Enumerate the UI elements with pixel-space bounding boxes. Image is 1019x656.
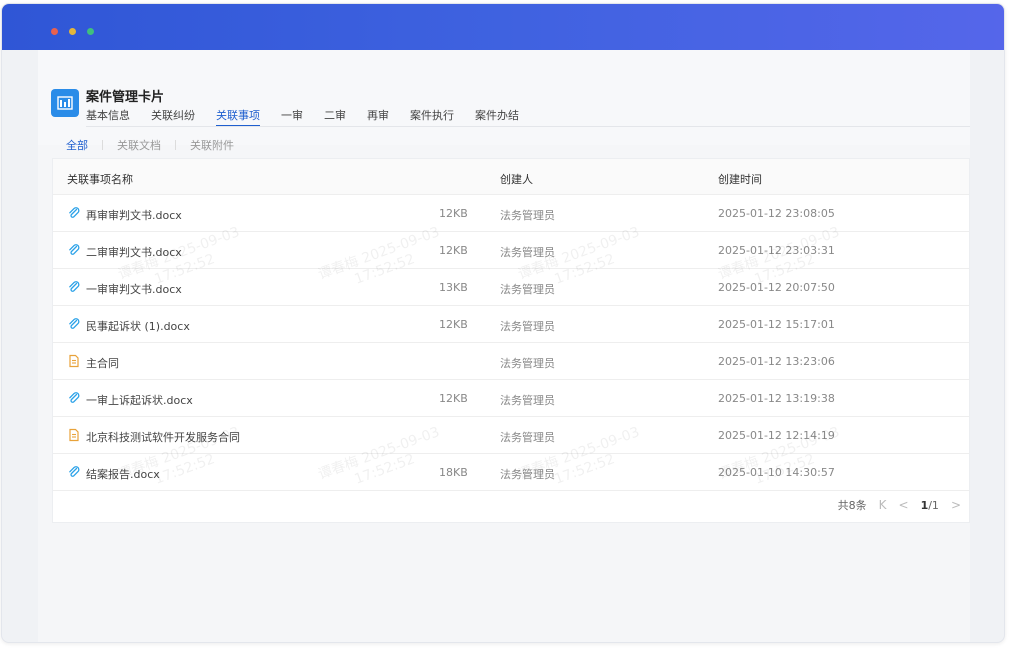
next-page-button[interactable]: > xyxy=(951,498,961,512)
tab-divider xyxy=(86,126,970,127)
file-name[interactable]: 一审审判文书.docx xyxy=(86,281,182,297)
tab-retrial[interactable]: 再审 xyxy=(367,107,389,127)
created-time: 2025-01-12 23:03:31 xyxy=(718,244,835,257)
column-header-name: 关联事项名称 xyxy=(67,173,133,186)
document-icon xyxy=(69,354,79,368)
created-time: 2025-01-12 23:08:05 xyxy=(718,207,835,220)
file-size: 12KB xyxy=(439,318,468,331)
creator: 法务管理员 xyxy=(500,468,555,481)
total-pages: /1 xyxy=(928,498,939,512)
table-row[interactable]: 一审审判文书.docx 13KB 法务管理员 2025-01-12 20:07:… xyxy=(53,269,969,306)
file-name[interactable]: 北京科技测试软件开发服务合同 xyxy=(86,429,240,445)
tab-related-disputes[interactable]: 关联纠纷 xyxy=(151,107,195,127)
window-close-button[interactable] xyxy=(51,28,58,35)
table-row[interactable]: 结案报告.docx 18KB 法务管理员 2025-01-10 14:30:57 xyxy=(53,454,969,491)
page-indicator: 1/1 xyxy=(921,499,939,512)
file-name[interactable]: 主合同 xyxy=(86,355,119,371)
paperclip-icon xyxy=(69,244,80,255)
subtab-separator xyxy=(102,140,103,150)
created-time: 2025-01-12 12:14:19 xyxy=(718,429,835,442)
table-row[interactable]: 二审审判文书.docx 12KB 法务管理员 2025-01-12 23:03:… xyxy=(53,232,969,269)
pagination-total: 共8条 xyxy=(837,499,867,512)
tab-basic-info[interactable]: 基本信息 xyxy=(86,107,130,127)
prev-page-button[interactable]: < xyxy=(899,498,909,512)
matters-table: 关联事项名称 创建人 创建时间 再审审判文书.docx 12KB 法务管理员 2… xyxy=(52,158,970,523)
creator: 法务管理员 xyxy=(500,431,555,444)
paperclip-icon xyxy=(69,318,80,329)
creator: 法务管理员 xyxy=(500,394,555,407)
file-size: 12KB xyxy=(439,207,468,220)
created-time: 2025-01-10 14:30:57 xyxy=(718,466,835,479)
app-window: 案件管理卡片 基本信息 关联纠纷 关联事项 一审 二审 再审 案件执行 案件办结… xyxy=(1,3,1005,643)
subtab-all[interactable]: 全部 xyxy=(66,137,88,153)
subtab-related-documents[interactable]: 关联文档 xyxy=(117,137,161,153)
page-title: 案件管理卡片 xyxy=(86,90,165,105)
file-name[interactable]: 结案报告.docx xyxy=(86,466,160,482)
paperclip-icon xyxy=(69,281,80,292)
creator: 法务管理员 xyxy=(500,320,555,333)
file-name[interactable]: 二审审判文书.docx xyxy=(86,244,182,260)
card-header xyxy=(38,50,970,145)
file-size: 12KB xyxy=(439,244,468,257)
file-size: 18KB xyxy=(439,466,468,479)
created-time: 2025-01-12 15:17:01 xyxy=(718,318,835,331)
created-time: 2025-01-12 13:23:06 xyxy=(718,355,835,368)
creator: 法务管理员 xyxy=(500,246,555,259)
tab-second-instance[interactable]: 二审 xyxy=(324,107,346,127)
tab-bar: 基本信息 关联纠纷 关联事项 一审 二审 再审 案件执行 案件办结 xyxy=(86,107,540,127)
creator: 法务管理员 xyxy=(500,209,555,222)
tab-case-closure[interactable]: 案件办结 xyxy=(475,107,519,127)
first-page-button[interactable]: K xyxy=(879,498,887,512)
table-row[interactable]: 北京科技测试软件开发服务合同 法务管理员 2025-01-12 12:14:19 xyxy=(53,417,969,454)
paperclip-icon xyxy=(69,392,80,403)
file-size: 13KB xyxy=(439,281,468,294)
creator: 法务管理员 xyxy=(500,283,555,296)
table-row[interactable]: 民事起诉状 (1).docx 12KB 法务管理员 2025-01-12 15:… xyxy=(53,306,969,343)
created-time: 2025-01-12 13:19:38 xyxy=(718,392,835,405)
column-header-creator: 创建人 xyxy=(500,173,533,186)
table-header: 关联事项名称 创建人 创建时间 xyxy=(53,159,969,195)
creator: 法务管理员 xyxy=(500,357,555,370)
tab-related-matters[interactable]: 关联事项 xyxy=(216,107,260,127)
pagination: 共8条 K < 1/1 > xyxy=(838,497,961,513)
window-minimize-button[interactable] xyxy=(69,28,76,35)
subtab-separator xyxy=(175,140,176,150)
file-name[interactable]: 一审上诉起诉状.docx xyxy=(86,392,193,408)
file-name[interactable]: 再审审判文书.docx xyxy=(86,207,182,223)
created-time: 2025-01-12 20:07:50 xyxy=(718,281,835,294)
window-maximize-button[interactable] xyxy=(87,28,94,35)
paperclip-icon xyxy=(69,466,80,477)
tab-case-execution[interactable]: 案件执行 xyxy=(410,107,454,127)
column-header-time: 创建时间 xyxy=(718,173,762,186)
file-size: 12KB xyxy=(439,392,468,405)
case-card-icon xyxy=(51,89,79,117)
file-name[interactable]: 民事起诉状 (1).docx xyxy=(86,318,190,334)
main-content: 案件管理卡片 基本信息 关联纠纷 关联事项 一审 二审 再审 案件执行 案件办结… xyxy=(38,50,970,642)
document-icon xyxy=(69,428,79,442)
table-row[interactable]: 主合同 法务管理员 2025-01-12 13:23:06 xyxy=(53,343,969,380)
table-row[interactable]: 再审审判文书.docx 12KB 法务管理员 2025-01-12 23:08:… xyxy=(53,195,969,232)
subtab-related-attachments[interactable]: 关联附件 xyxy=(190,137,234,153)
tab-first-instance[interactable]: 一审 xyxy=(281,107,303,127)
title-bar xyxy=(2,4,1004,50)
table-row[interactable]: 一审上诉起诉状.docx 12KB 法务管理员 2025-01-12 13:19… xyxy=(53,380,969,417)
paperclip-icon xyxy=(69,207,80,218)
subtab-bar: 全部 关联文档 关联附件 xyxy=(66,138,234,152)
